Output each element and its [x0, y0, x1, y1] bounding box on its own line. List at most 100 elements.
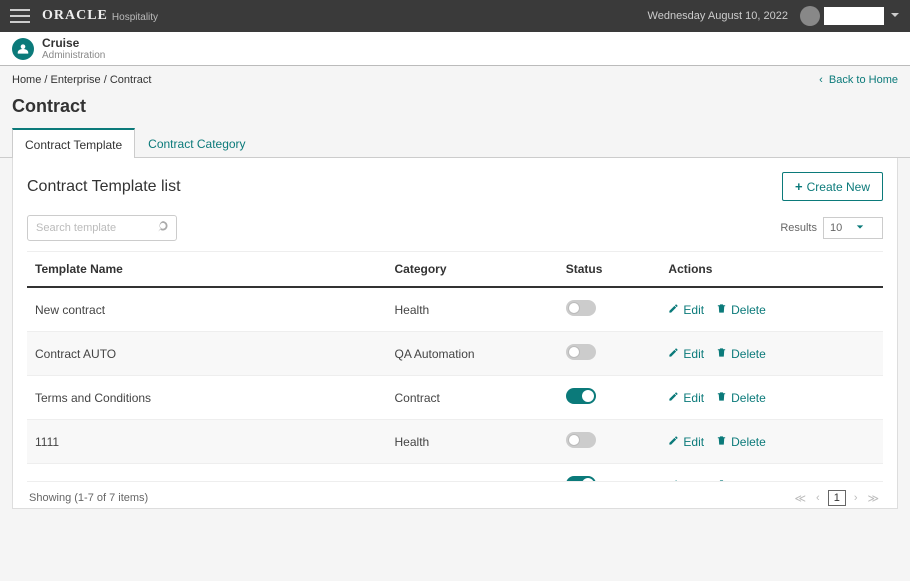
cell-name: Passage Contract 2022 [27, 464, 387, 483]
panel-title: Contract Template list [27, 178, 181, 196]
breadcrumb: Home / Enterprise / Contract [12, 74, 151, 86]
cell-category: Health [387, 287, 558, 332]
edit-link[interactable]: Edit [668, 391, 704, 405]
pencil-icon [668, 479, 679, 483]
subheader: Cruise Administration [0, 32, 910, 66]
edit-link[interactable]: Edit [668, 347, 704, 361]
cell-category: Contract [387, 376, 558, 420]
breadcrumb-home[interactable]: Home [12, 74, 41, 86]
status-toggle[interactable] [566, 344, 596, 360]
pager-prev-icon[interactable]: ‹ [814, 492, 822, 504]
pager-last-icon[interactable]: ≫ [865, 492, 881, 505]
status-toggle[interactable] [566, 300, 596, 316]
create-new-button[interactable]: + Create New [782, 172, 883, 201]
col-header-actions: Actions [660, 252, 883, 287]
pager-next-icon[interactable]: › [852, 492, 860, 504]
cell-actions: Edit Delete [660, 332, 883, 376]
back-to-home-link[interactable]: ‹ Back to Home [819, 74, 898, 86]
tabs: Contract Template Contract Category [0, 127, 910, 158]
breadcrumb-bar: Home / Enterprise / Contract ‹ Back to H… [0, 66, 910, 90]
edit-label: Edit [683, 479, 704, 483]
table-row: Terms and ConditionsContractEditDelete [27, 376, 883, 420]
results-wrap: Results 10 [780, 217, 883, 239]
footer-row: Showing (1-7 of 7 items) ≪ ‹ 1 › ≫ [27, 486, 883, 506]
breadcrumb-enterprise[interactable]: Enterprise [51, 74, 101, 86]
edit-label: Edit [683, 435, 704, 449]
delete-link[interactable]: Delete [716, 479, 766, 483]
create-new-label: Create New [807, 180, 870, 194]
user-dropdown-caret-icon[interactable] [890, 9, 900, 23]
pager-first-icon[interactable]: ≪ [793, 492, 809, 505]
delete-label: Delete [731, 479, 766, 483]
table-row: New contractHealth Edit Delete [27, 287, 883, 332]
back-to-home-text[interactable]: Back to Home [829, 74, 898, 86]
search-wrap [27, 215, 177, 241]
user-name-field [824, 7, 884, 25]
delete-link[interactable]: Delete [716, 391, 766, 405]
delete-link[interactable]: Delete [716, 435, 766, 449]
app-title: Cruise [42, 36, 105, 50]
search-input[interactable] [27, 215, 177, 241]
topbar: ORACLE Hospitality Wednesday August 10, … [0, 0, 910, 32]
hamburger-menu-icon[interactable] [10, 9, 30, 23]
showing-text: Showing (1-7 of 7 items) [29, 492, 148, 504]
pencil-icon [668, 303, 679, 317]
contract-table: Template Name Category Status Actions Ne… [27, 252, 883, 482]
status-toggle[interactable] [566, 476, 596, 482]
results-label: Results [780, 222, 817, 234]
date-text: Wednesday August 10, 2022 [648, 10, 788, 22]
trash-icon [716, 347, 727, 361]
cell-name: Contract AUTO [27, 332, 387, 376]
cell-name: 1111 [27, 420, 387, 464]
plus-icon: + [795, 179, 803, 194]
table-scroll[interactable]: Template Name Category Status Actions Ne… [27, 252, 883, 482]
results-value: 10 [830, 222, 842, 234]
pencil-icon [668, 391, 679, 405]
col-header-name[interactable]: Template Name [27, 252, 387, 287]
table-row: Passage Contract 2022General Contract Edi… [27, 464, 883, 483]
tab-label: Contract Template [25, 138, 122, 152]
back-caret-icon: ‹ [819, 74, 823, 86]
cell-status [558, 420, 661, 464]
table-row: 1111HealthEditDelete [27, 420, 883, 464]
panel: Contract Template list + Create New Resu… [12, 158, 898, 509]
delete-label: Delete [731, 391, 766, 405]
app-icon [12, 38, 34, 60]
trash-icon [716, 479, 727, 483]
pager-page-current: 1 [828, 490, 846, 506]
brand-subtext: Hospitality [112, 12, 158, 23]
app-subtitle: Administration [42, 50, 105, 61]
delete-label: Delete [731, 347, 766, 361]
status-toggle[interactable] [566, 388, 596, 404]
delete-label: Delete [731, 435, 766, 449]
pager: ≪ ‹ 1 › ≫ [793, 490, 882, 506]
delete-link[interactable]: Delete [716, 303, 766, 317]
status-toggle[interactable] [566, 432, 596, 448]
tab-contract-category[interactable]: Contract Category [135, 128, 258, 158]
user-avatar[interactable] [800, 6, 820, 26]
table-row: Contract AUTOQA AutomationEditDelete [27, 332, 883, 376]
edit-link[interactable]: Edit [668, 435, 704, 449]
pencil-icon [668, 435, 679, 449]
edit-label: Edit [683, 347, 704, 361]
results-select[interactable]: 10 [823, 217, 883, 239]
col-header-category[interactable]: Category [387, 252, 558, 287]
delete-label: Delete [731, 303, 766, 317]
cell-status [558, 287, 661, 332]
pencil-icon [668, 347, 679, 361]
edit-link[interactable]: Edit [668, 479, 704, 483]
cell-name: New contract [27, 287, 387, 332]
edit-link[interactable]: Edit [668, 303, 704, 317]
search-icon[interactable] [157, 220, 171, 237]
col-header-status[interactable]: Status [558, 252, 661, 287]
page-title: Contract [0, 90, 910, 127]
cell-status [558, 332, 661, 376]
tab-label: Contract Category [148, 137, 245, 151]
breadcrumb-current: Contract [110, 74, 152, 86]
tab-contract-template[interactable]: Contract Template [12, 128, 135, 158]
delete-link[interactable]: Delete [716, 347, 766, 361]
cell-actions: Edit Delete [660, 420, 883, 464]
panel-header: Contract Template list + Create New [27, 172, 883, 201]
trash-icon [716, 391, 727, 405]
cell-category: General Contract [387, 464, 558, 483]
